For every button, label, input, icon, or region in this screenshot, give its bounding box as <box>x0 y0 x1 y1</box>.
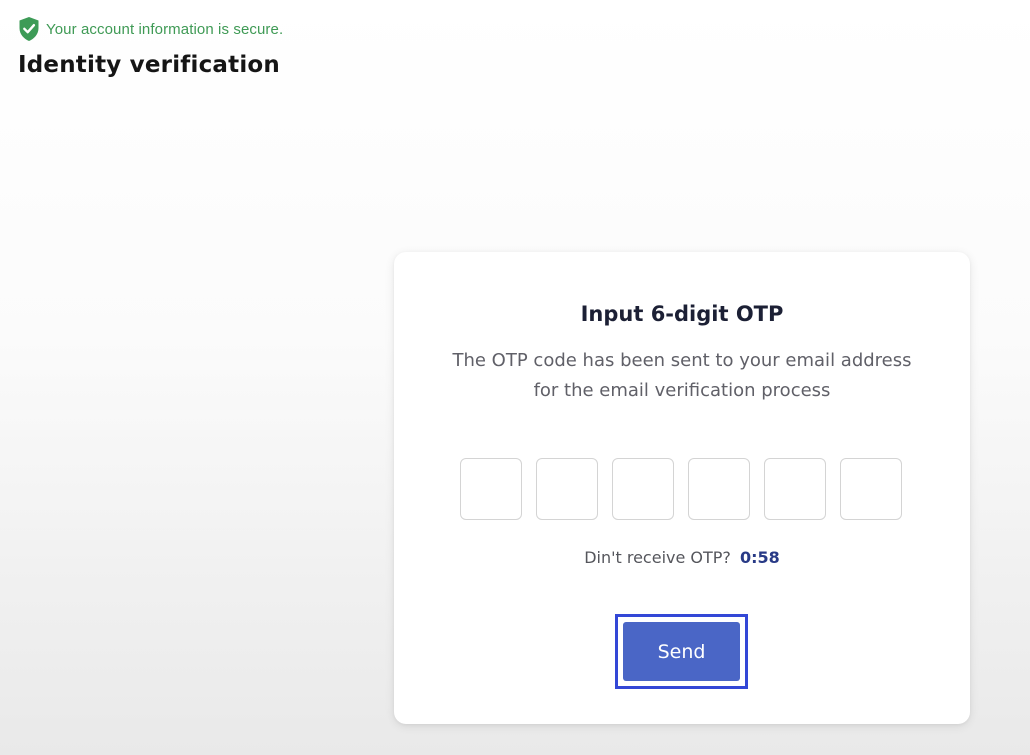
resend-prompt: Din't receive OTP? <box>584 548 731 567</box>
otp-digit-3[interactable] <box>612 458 674 520</box>
otp-digit-6[interactable] <box>840 458 902 520</box>
otp-card: Input 6-digit OTP The OTP code has been … <box>394 252 970 724</box>
page-title: Identity verification <box>18 52 280 78</box>
resend-countdown: 0:58 <box>740 548 780 567</box>
otp-digit-5[interactable] <box>764 458 826 520</box>
secure-message: Your account information is secure. <box>46 20 284 38</box>
otp-card-title: Input 6-digit OTP <box>580 302 784 326</box>
otp-input-group <box>460 458 902 520</box>
otp-digit-2[interactable] <box>536 458 598 520</box>
secure-banner: Your account information is secure. <box>18 16 283 42</box>
send-button[interactable]: Send <box>623 622 740 681</box>
shield-check-icon <box>19 17 39 41</box>
send-button-highlight: Send <box>615 614 748 689</box>
otp-digit-1[interactable] <box>460 458 522 520</box>
otp-card-description: The OTP code has been sent to your email… <box>452 350 912 401</box>
resend-row: Din't receive OTP? 0:58 <box>394 548 970 567</box>
otp-digit-4[interactable] <box>688 458 750 520</box>
